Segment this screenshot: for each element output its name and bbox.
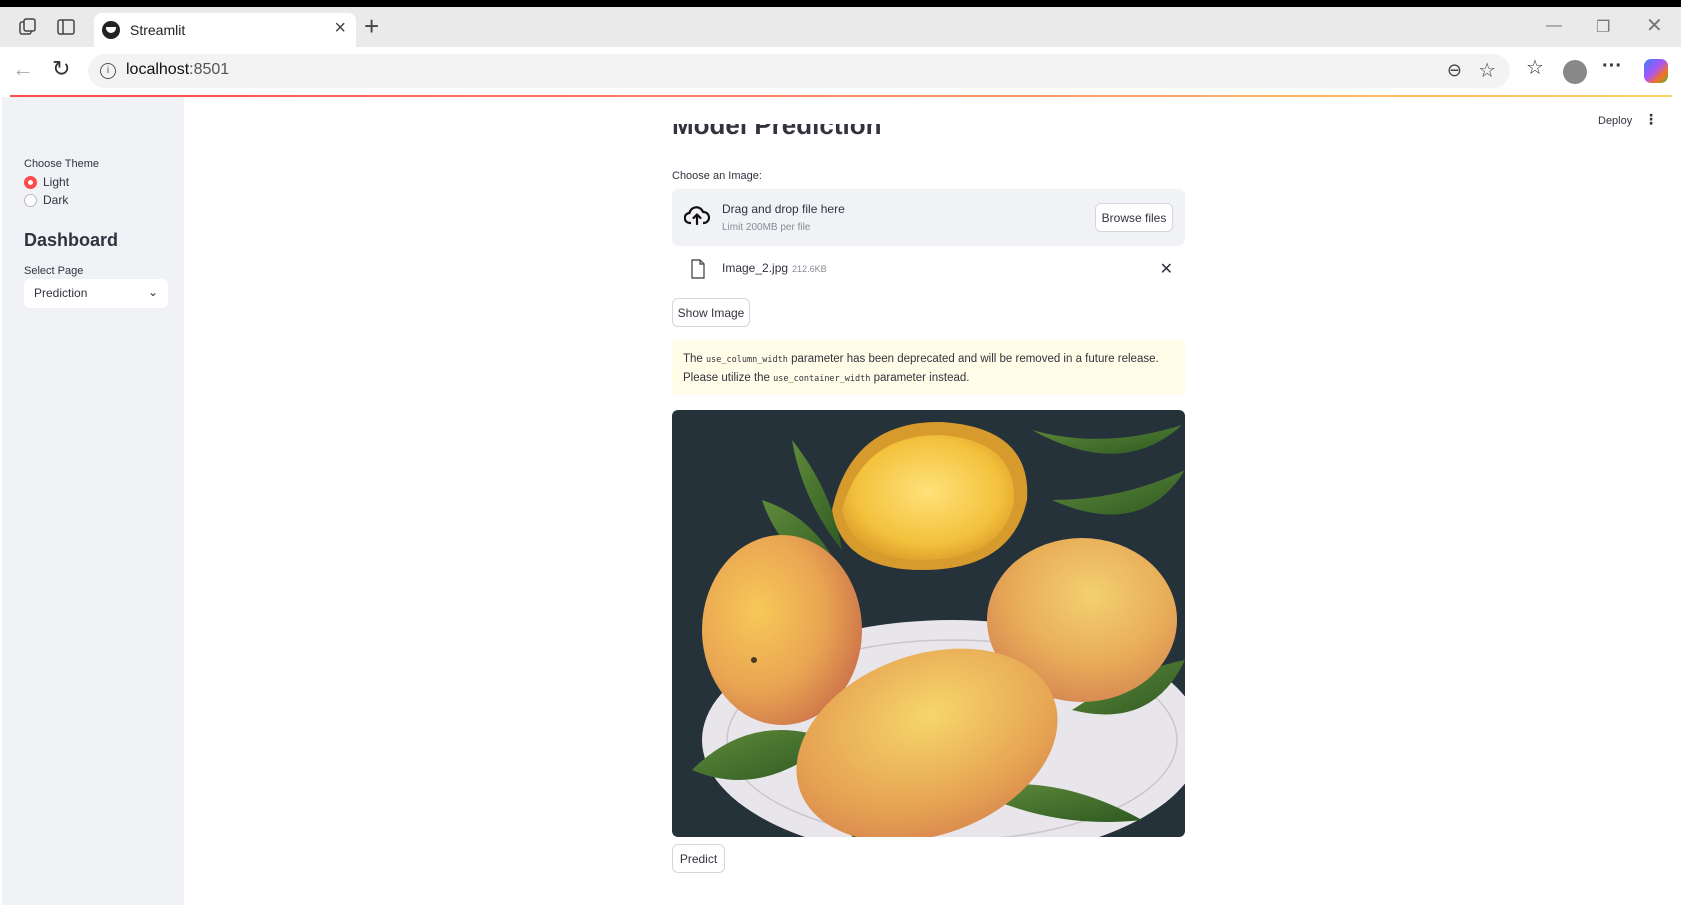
chevron-down-icon: ⌄ bbox=[147, 285, 158, 299]
sidebar-heading: Dashboard bbox=[24, 230, 119, 250]
address-bar: ← ↻ i localhost:8501 ⊖ ☆ ☆ ··· bbox=[0, 47, 1681, 93]
dropzone-text: Drag and drop file here bbox=[722, 202, 845, 216]
main-menu-icon[interactable]: ⋮ bbox=[1644, 111, 1658, 128]
back-icon[interactable]: ← bbox=[12, 57, 34, 81]
cloud-upload-icon bbox=[684, 206, 710, 226]
predict-button[interactable]: Predict bbox=[672, 844, 725, 873]
url-text[interactable]: localhost:8501 bbox=[126, 61, 229, 79]
page-select-label: Select Page bbox=[24, 265, 84, 277]
uploaded-mango-image bbox=[672, 410, 1185, 837]
page-title: Model Prediction bbox=[672, 124, 882, 140]
file-size: 212.6KB bbox=[792, 264, 827, 274]
omnibox[interactable]: i localhost:8501 ⊖ ☆ bbox=[88, 54, 1510, 88]
file-dropzone[interactable]: Drag and drop file here Limit 200MB per … bbox=[672, 189, 1185, 246]
restore-icon[interactable]: ❐ bbox=[1596, 17, 1610, 37]
minimize-icon[interactable]: — bbox=[1546, 17, 1562, 35]
radio-dark[interactable]: Dark bbox=[24, 192, 68, 208]
streamlit-favicon-icon bbox=[102, 21, 120, 39]
dropzone-limit: Limit 200MB per file bbox=[722, 222, 811, 233]
tab-streamlit[interactable]: Streamlit × bbox=[94, 13, 356, 47]
tab-actions-icon[interactable] bbox=[56, 17, 76, 37]
remove-file-close-icon[interactable]: ✕ bbox=[1160, 259, 1173, 279]
radio-unselected-icon bbox=[24, 193, 37, 207]
copilot-icon[interactable] bbox=[1644, 59, 1668, 83]
browse-files-button[interactable]: Browse files bbox=[1095, 203, 1173, 232]
more-menu-icon[interactable]: ··· bbox=[1602, 55, 1622, 78]
site-info-icon[interactable]: i bbox=[100, 63, 116, 79]
radio-light[interactable]: Light bbox=[24, 174, 69, 190]
tab-bar: Streamlit × + — ❐ ✕ bbox=[0, 7, 1681, 47]
file-name: Image_2.jpg 212.6KB bbox=[722, 261, 827, 275]
show-image-button[interactable]: Show Image bbox=[672, 298, 750, 327]
theme-label: Choose Theme bbox=[24, 158, 100, 170]
deploy-button[interactable]: Deploy bbox=[1598, 115, 1632, 127]
file-icon bbox=[691, 259, 705, 279]
profile-avatar[interactable] bbox=[1563, 60, 1587, 84]
tab-title: Streamlit bbox=[130, 22, 186, 38]
workspaces-icon[interactable] bbox=[18, 17, 38, 37]
uploader-label: Choose an Image: bbox=[672, 170, 762, 182]
radio-selected-icon bbox=[24, 175, 37, 189]
page-select[interactable]: Prediction ⌄ bbox=[24, 279, 168, 308]
window-close-icon[interactable]: ✕ bbox=[1646, 13, 1663, 38]
zoom-icon[interactable]: ⊖ bbox=[1447, 60, 1462, 81]
new-tab-icon[interactable]: + bbox=[364, 13, 379, 39]
sidebar: Choose Theme Light Dark Dashboard Select… bbox=[2, 97, 184, 905]
favorites-icon[interactable]: ☆ bbox=[1526, 55, 1544, 80]
uploaded-file-item: Image_2.jpg 212.6KB ✕ bbox=[672, 255, 1185, 285]
favorite-star-icon[interactable]: ☆ bbox=[1478, 58, 1496, 83]
browser-window: Streamlit × + — ❐ ✕ ← ↻ i localhost:8501… bbox=[0, 7, 1681, 905]
tab-close-icon[interactable]: × bbox=[334, 18, 346, 38]
refresh-icon[interactable]: ↻ bbox=[52, 57, 70, 81]
deprecation-warning: The use_column_width parameter has been … bbox=[672, 340, 1185, 395]
loading-bar bbox=[10, 95, 1672, 97]
